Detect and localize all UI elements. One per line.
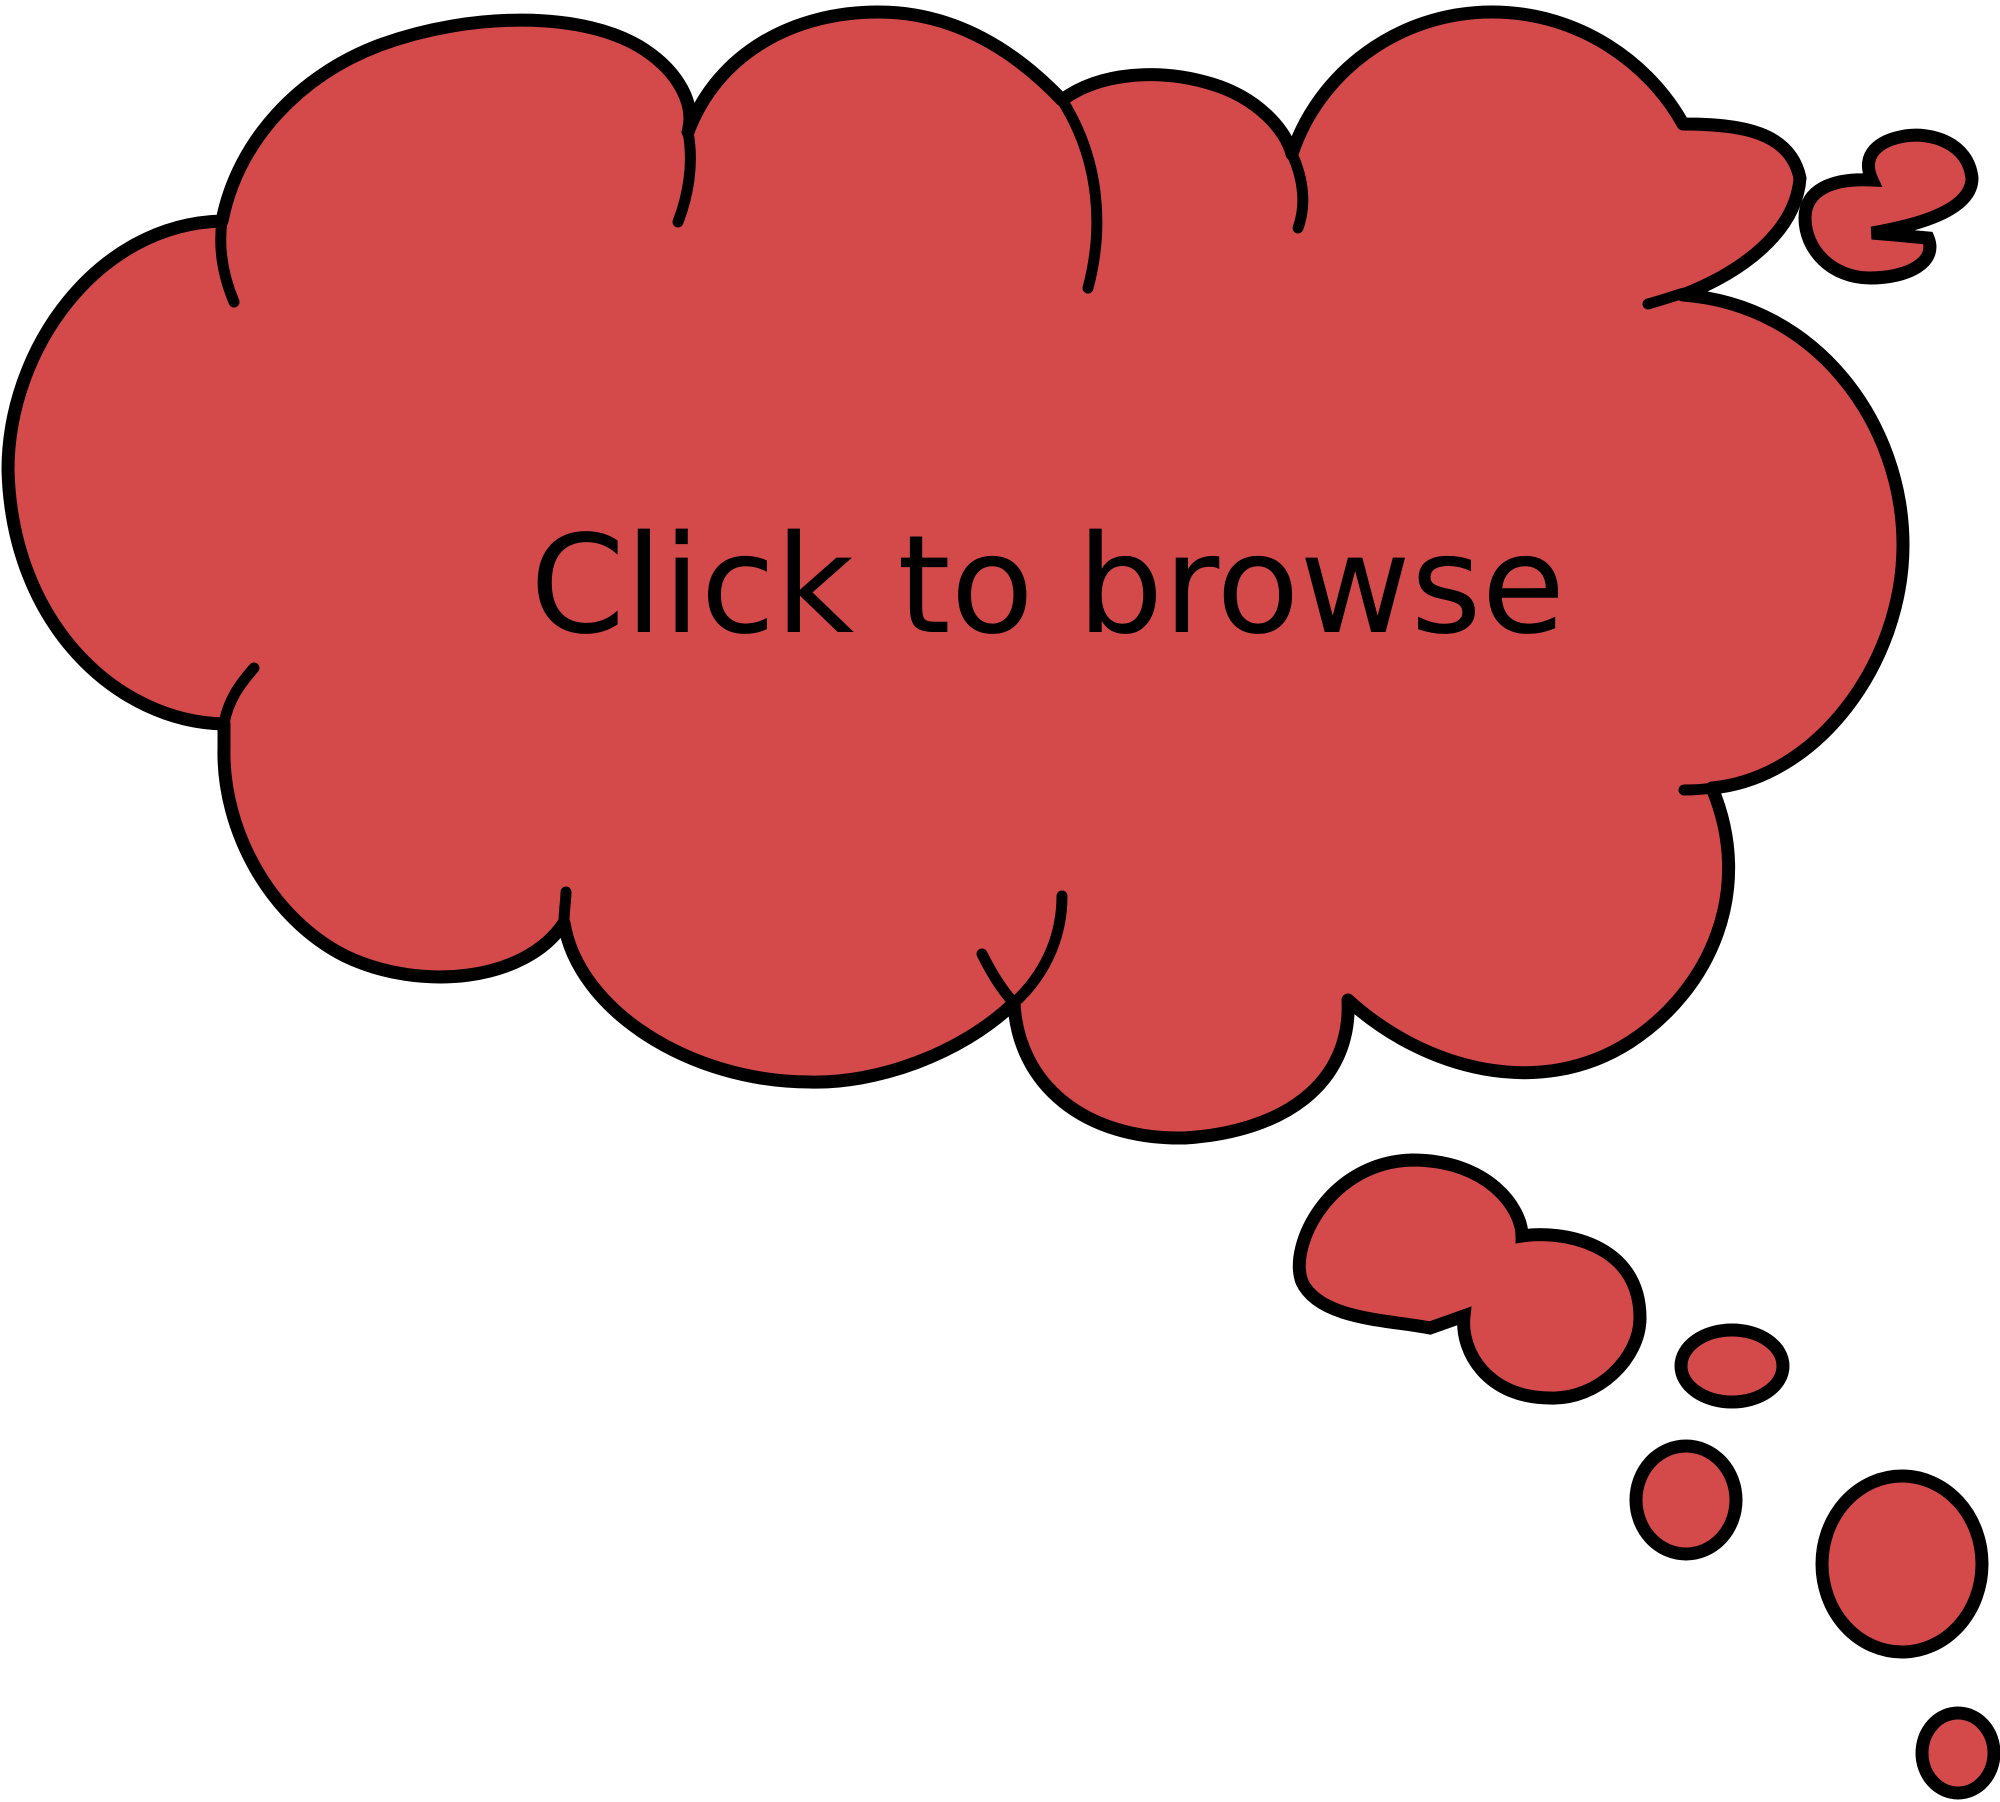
cloud-crease-6: [1678, 782, 1718, 796]
trail-bubble-large[interactable]: [1292, 1153, 1647, 1405]
trail-bubble-tiny[interactable]: [1915, 1706, 2000, 1800]
side-bubble[interactable]: [1798, 128, 1979, 285]
thought-bubble-icon[interactable]: Click to browse: [0, 0, 2000, 1802]
cloud-crease-9: [558, 886, 572, 929]
trail-bubble-small-left[interactable]: [1629, 1439, 1743, 1561]
browse-label[interactable]: Click to browse: [530, 507, 1565, 665]
trail-bubble-medium[interactable]: [1674, 1323, 1790, 1409]
trail-bubble-round[interactable]: [1815, 1469, 1989, 1659]
